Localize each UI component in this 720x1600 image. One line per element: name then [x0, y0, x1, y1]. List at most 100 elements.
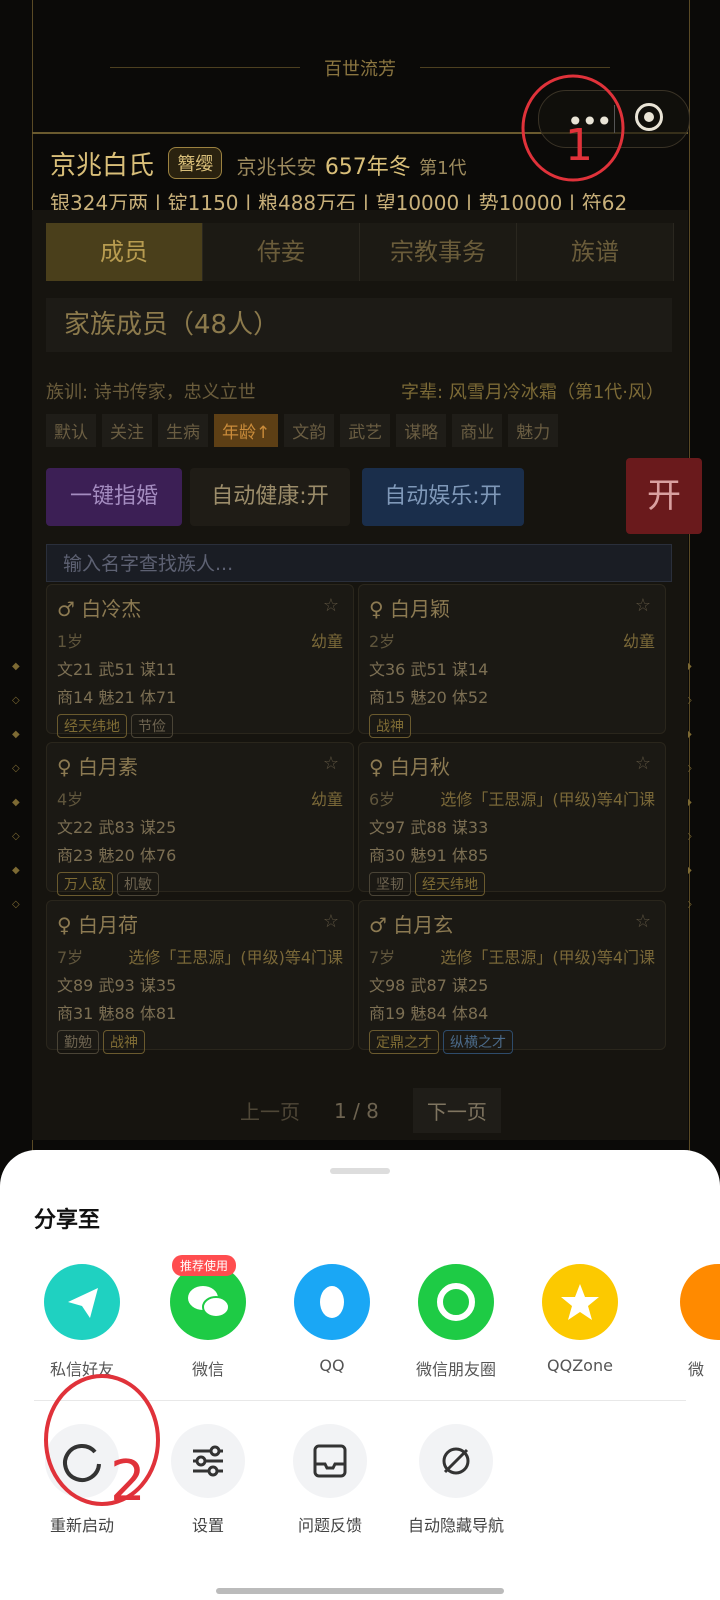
generation: 第1代 — [419, 158, 467, 179]
member-attributes-1: 文97 武88 谋33 — [369, 818, 489, 837]
member-status: 选修「王思源」(甲级)等4门课 — [440, 790, 655, 809]
trait-tag: 经天纬地 — [57, 714, 127, 738]
sort-martial[interactable]: 武艺 — [340, 414, 391, 447]
family-header: 京兆白氏 簪缨 京兆长安 657年冬 第1代 — [50, 145, 467, 182]
follow-star-icon[interactable]: ☆ — [635, 911, 651, 932]
sort-default[interactable]: 默认 — [46, 414, 96, 447]
trait-tag: 纵横之才 — [443, 1030, 513, 1054]
sort-sick[interactable]: 生病 — [158, 414, 208, 447]
follow-star-icon[interactable]: ☆ — [323, 753, 339, 774]
sort-age[interactable]: 年龄↑ — [214, 414, 279, 447]
feedback-icon — [293, 1424, 367, 1498]
share-wechat[interactable]: 微信 — [148, 1264, 268, 1380]
share-qq[interactable]: QQ — [272, 1264, 392, 1375]
member-attributes-1: 文22 武83 谋25 — [57, 818, 177, 837]
rank-badge: 簪缨 — [168, 147, 223, 179]
annotation-label-1: 1 — [565, 120, 593, 171]
member-search-input[interactable]: 输入名字查找族人... — [46, 544, 672, 582]
annotation-circle-1: 1 — [521, 74, 625, 182]
auto-hide-navigation-button[interactable]: 自动隐藏导航 — [396, 1424, 516, 1536]
member-name: ♀ 白月秋 — [369, 755, 451, 779]
qzone-star-icon — [542, 1264, 618, 1340]
member-status: 幼童 — [310, 632, 343, 651]
open-button[interactable]: 开 — [626, 458, 702, 534]
follow-star-icon[interactable]: ☆ — [635, 595, 651, 616]
annotation-circle-2: 2 — [44, 1374, 160, 1514]
share-moments[interactable]: 微信朋友圈 — [396, 1264, 516, 1380]
paper-plane-icon — [44, 1264, 120, 1340]
section-title: 家族成员（48人） — [46, 298, 672, 352]
app-label: QQ — [319, 1356, 345, 1375]
page-indicator: 1 / 8 — [334, 1098, 379, 1123]
trait-tag: 勤勉 — [57, 1030, 99, 1054]
trait-tag: 机敏 — [117, 872, 159, 896]
sheet-drag-handle[interactable] — [330, 1168, 390, 1174]
member-attributes-2: 商30 魅91 体85 — [369, 846, 489, 865]
pagination: 上一页 1 / 8 下一页 — [240, 1088, 501, 1133]
member-attributes-1: 文36 武51 谋14 — [369, 660, 489, 679]
sort-charm[interactable]: 魅力 — [508, 414, 559, 447]
member-attributes-1: 文98 武87 谋25 — [369, 976, 489, 995]
member-name: ♀ 白月颖 — [369, 597, 451, 621]
trait-tag: 节俭 — [131, 714, 173, 738]
member-age: 4岁 — [57, 790, 84, 809]
close-miniprogram-icon[interactable] — [635, 103, 663, 131]
member-age: 7岁 — [57, 948, 84, 967]
sort-strategy[interactable]: 谋略 — [396, 414, 447, 447]
member-card[interactable]: ♀ 白月荷 ☆ 7岁 选修「王思源」(甲级)等4门课 文89 武93 谋35 商3… — [46, 900, 354, 1054]
auto-health-toggle[interactable]: 自动健康:开 — [190, 468, 350, 526]
member-card[interactable]: ♂ 白月玄 ☆ 7岁 选修「王思源」(甲级)等4门课 文98 武87 谋25 商1… — [358, 900, 666, 1054]
tab-bar: 成员 侍妾 宗教事务 族谱 — [46, 223, 674, 281]
sort-literary[interactable]: 文韵 — [284, 414, 335, 447]
follow-star-icon[interactable]: ☆ — [323, 911, 339, 932]
trait-tag: 坚韧 — [369, 872, 411, 896]
qq-penguin-icon — [294, 1264, 370, 1340]
auto-entertainment-toggle[interactable]: 自动娱乐:开 — [362, 468, 524, 526]
member-age: 1岁 — [57, 632, 84, 651]
sort-followed[interactable]: 关注 — [102, 414, 152, 447]
prev-page-button[interactable]: 上一页 — [240, 1096, 300, 1125]
home-indicator[interactable] — [216, 1588, 504, 1594]
feedback-button[interactable]: 问题反馈 — [270, 1424, 390, 1536]
family-location: 京兆长安 — [236, 155, 317, 179]
annotation-label-2: 2 — [110, 1449, 146, 1514]
member-status: 幼童 — [622, 632, 655, 651]
weibo-icon — [680, 1264, 720, 1340]
member-attributes-2: 商15 魅20 体52 — [369, 688, 489, 707]
member-attributes-1: 文89 武93 谋35 — [57, 976, 177, 995]
tab-concubines[interactable]: 侍妾 — [203, 223, 360, 281]
hide-navigation-icon — [419, 1424, 493, 1498]
member-status: 幼童 — [310, 790, 343, 809]
app-label: 微 — [688, 1360, 705, 1379]
recommend-badge: 推荐使用 — [172, 1255, 237, 1276]
share-weibo[interactable]: 微 — [640, 1264, 720, 1380]
member-status: 选修「王思源」(甲级)等4门课 — [128, 948, 343, 967]
follow-star-icon[interactable]: ☆ — [635, 753, 651, 774]
sort-business[interactable]: 商业 — [452, 414, 503, 447]
member-card[interactable]: ♀ 白月秋 ☆ 6岁 选修「王思源」(甲级)等4门课 文97 武88 谋33 商3… — [358, 742, 666, 896]
one-click-marry-button[interactable]: 一键指婚 — [46, 468, 182, 526]
sliders-icon — [171, 1424, 245, 1498]
trait-tag: 定鼎之才 — [369, 1030, 439, 1054]
member-age: 6岁 — [369, 790, 396, 809]
app-label: QQZone — [547, 1356, 613, 1375]
member-attributes-2: 商31 魅88 体81 — [57, 1004, 177, 1023]
member-card[interactable]: ♂ 白冷杰 ☆ 1岁 幼童 文21 武51 谋11 商14 魅21 体71 经天纬… — [46, 584, 354, 738]
trait-tag: 战神 — [369, 714, 411, 738]
current-year: 657年冬 — [324, 155, 411, 180]
member-name: ♂ 白冷杰 — [57, 597, 142, 621]
member-card[interactable]: ♀ 白月颖 ☆ 2岁 幼童 文36 武51 谋14 商15 魅20 体52 战神 — [358, 584, 666, 738]
family-motto: 族训: 诗书传家，忠义立世 — [46, 382, 256, 403]
follow-star-icon[interactable]: ☆ — [323, 595, 339, 616]
next-page-button[interactable]: 下一页 — [412, 1088, 501, 1133]
member-age: 2岁 — [369, 632, 396, 651]
tab-members[interactable]: 成员 — [46, 223, 203, 281]
tab-religion[interactable]: 宗教事务 — [360, 223, 517, 281]
tab-genealogy[interactable]: 族谱 — [517, 223, 674, 281]
sort-bar: 默认 关注 生病 年龄↑ 文韵 武艺 谋略 商业 魅力 — [46, 414, 559, 447]
family-name: 京兆白氏 — [50, 151, 155, 181]
member-card[interactable]: ♀ 白月素 ☆ 4岁 幼童 文22 武83 谋25 商23 魅20 体76 万人敌… — [46, 742, 354, 896]
share-private-message[interactable]: 私信好友 — [22, 1264, 142, 1380]
share-qzone[interactable]: QQZone — [520, 1264, 640, 1375]
left-ornament: ◆ ◇ ◆ ◇ ◆ ◇ ◆ ◇ — [12, 661, 20, 910]
